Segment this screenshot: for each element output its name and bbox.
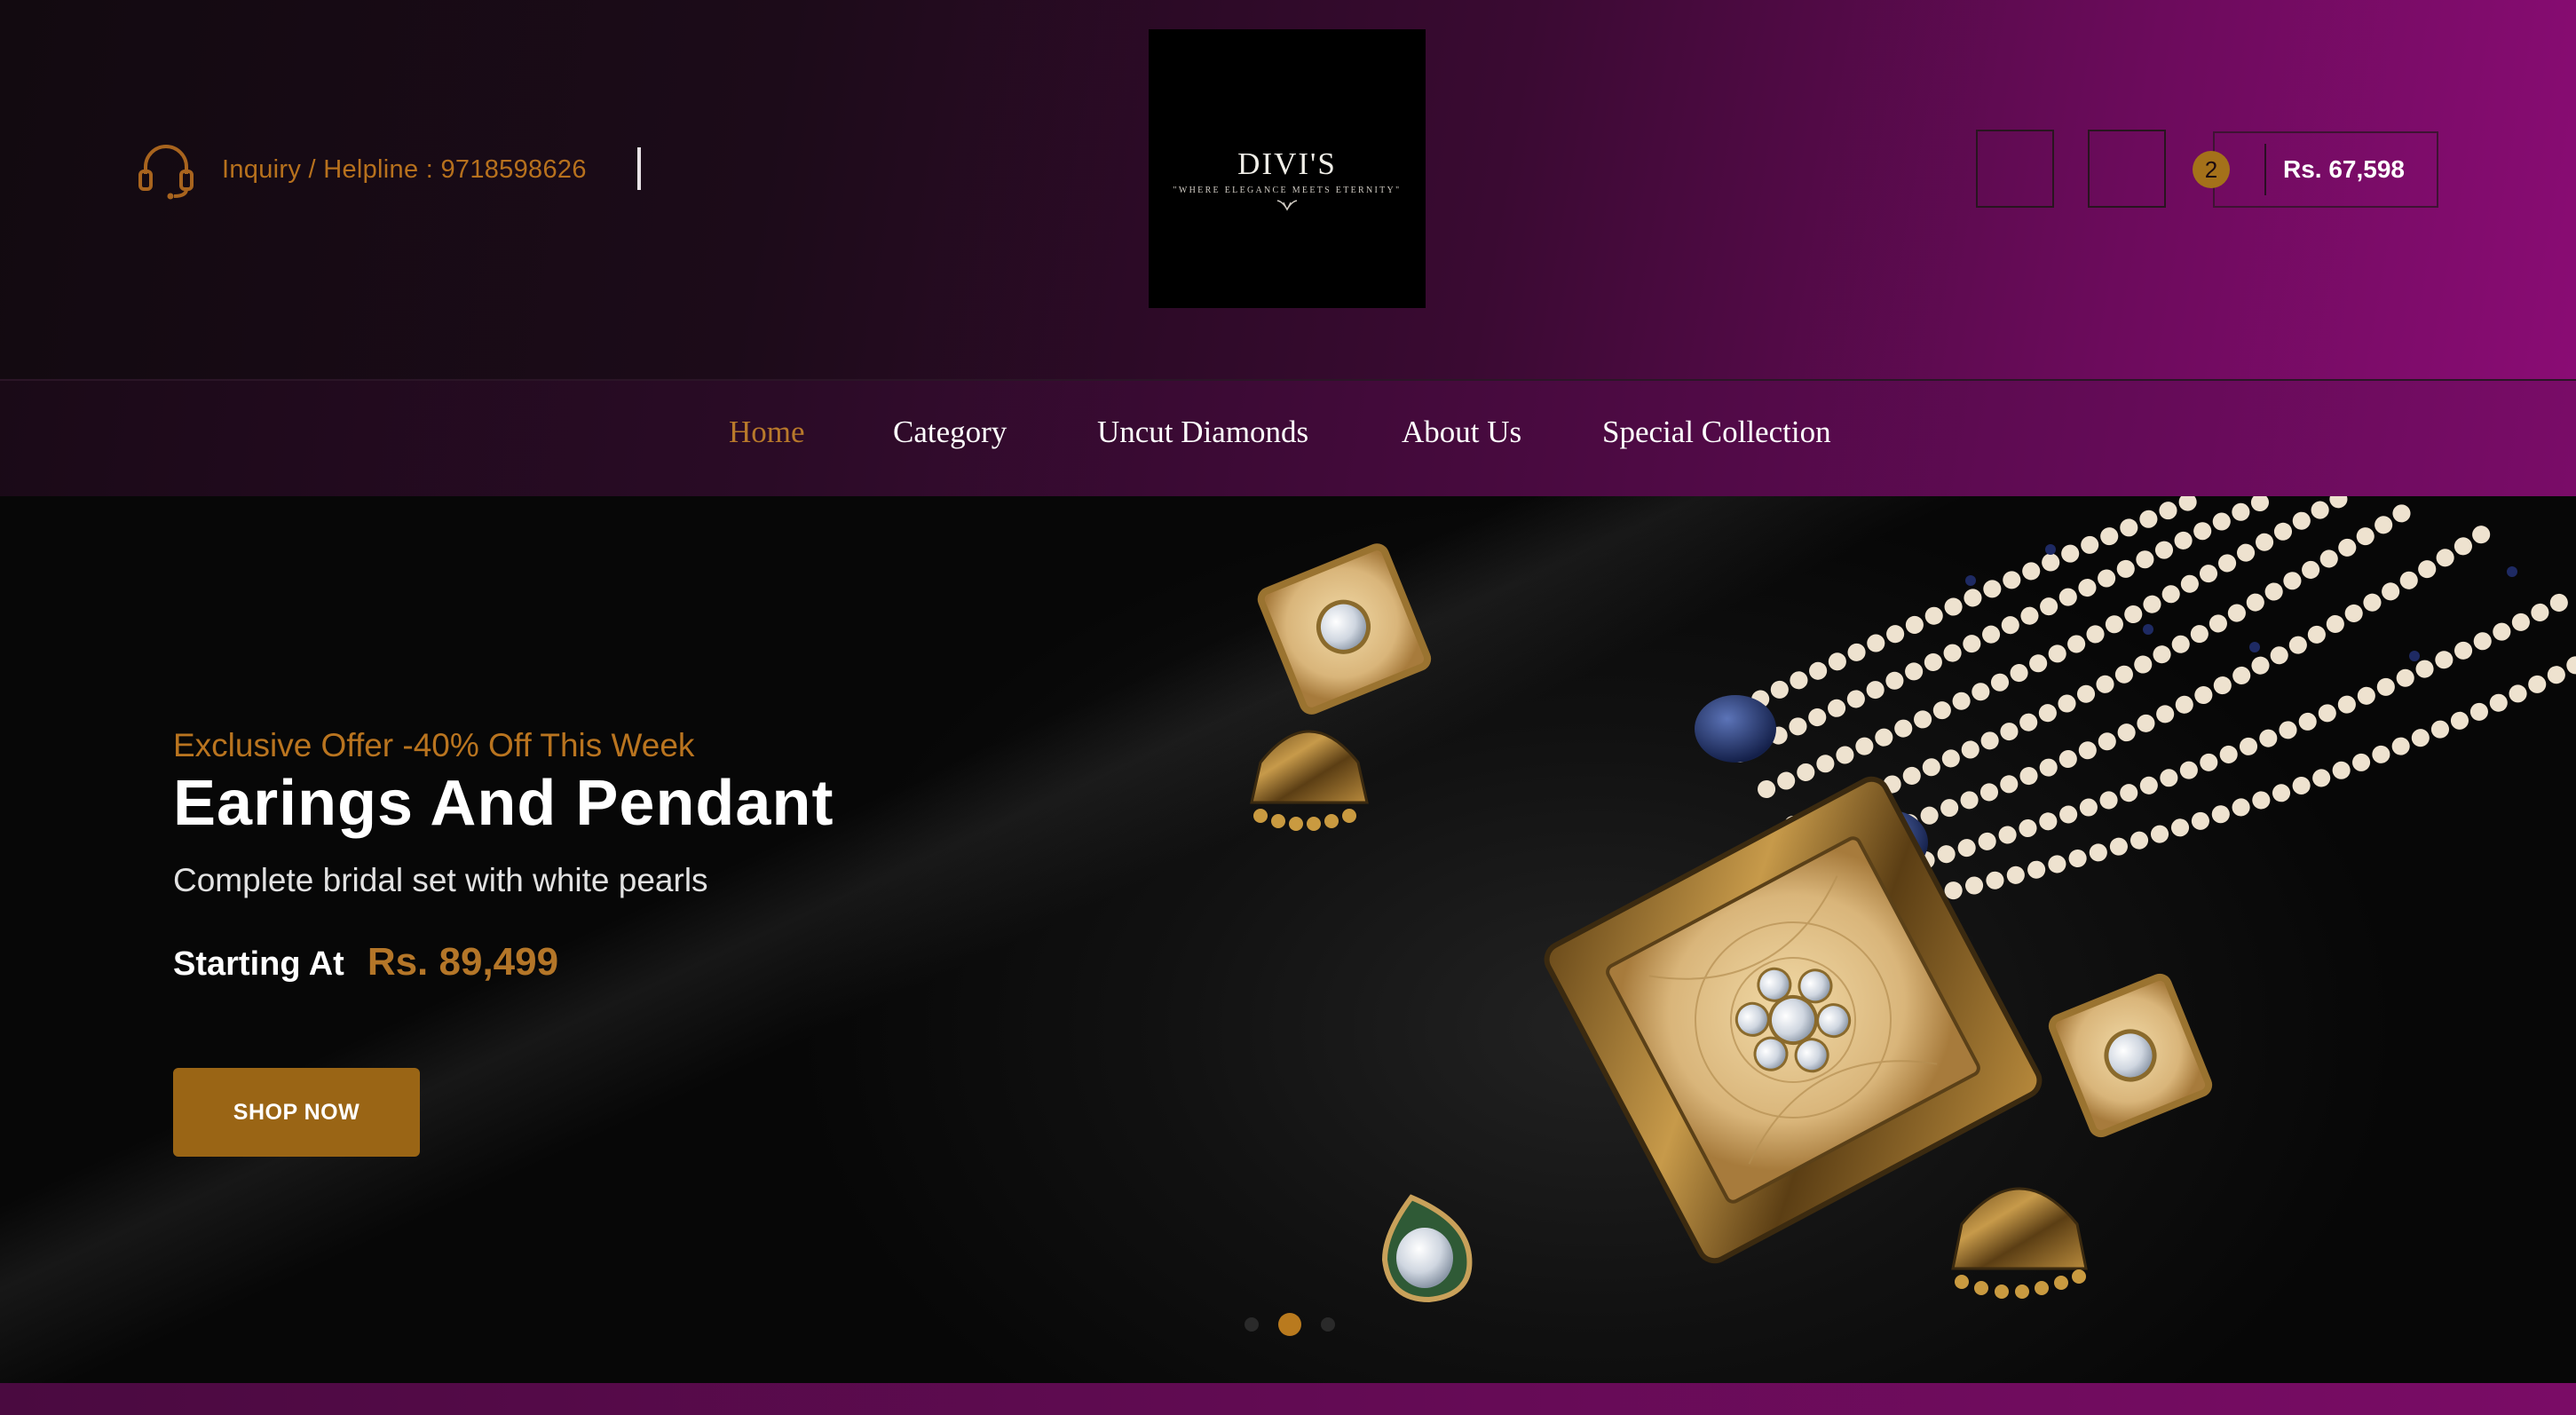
nav-home[interactable]: Home — [729, 415, 805, 450]
slider-dots — [1245, 1313, 1355, 1336]
nav-uncut-diamonds[interactable]: Uncut Diamonds — [1097, 415, 1308, 450]
headset-icon — [138, 145, 194, 200]
nav-about-us[interactable]: About Us — [1402, 415, 1521, 450]
cart-total: Rs. 67,598 — [2283, 155, 2405, 183]
logo-tagline: "WHERE ELEGANCE MEETS ETERNITY" — [1173, 186, 1402, 195]
main-nav: Home Category Uncut Diamonds About Us Sp… — [0, 379, 2576, 496]
header-divider — [637, 147, 641, 190]
price-value: Rs. 89,499 — [367, 940, 559, 984]
logo-name: DIVI'S — [1237, 146, 1337, 181]
account-button[interactable] — [1976, 130, 2054, 208]
logo-ornament-icon — [1276, 200, 1298, 211]
hero-subtitle: Complete bridal set with white pearls — [173, 862, 708, 898]
shop-now-button[interactable]: SHOP NOW — [173, 1068, 420, 1157]
hero-jewelry-image — [1250, 496, 2576, 1303]
slider-dot-2[interactable] — [1278, 1313, 1301, 1336]
helpline[interactable]: Inquiry / Helpline : 9718598626 — [135, 138, 587, 202]
cart-count-badge: 2 — [2193, 151, 2230, 188]
cart-divider — [2264, 144, 2266, 195]
nav-special-collection[interactable]: Special Collection — [1602, 415, 1831, 450]
hero-title: Earings And Pendant — [173, 768, 834, 839]
hero-slider: Exclusive Offer -40% Off This Week Earin… — [0, 496, 2576, 1383]
section-strip — [0, 1383, 2576, 1415]
site-logo[interactable]: DIVI'S "WHERE ELEGANCE MEETS ETERNITY" — [1149, 29, 1426, 308]
hero-price: Starting At Rs. 89,499 — [173, 940, 558, 984]
hero-offer: Exclusive Offer -40% Off This Week — [173, 727, 695, 763]
helpline-text: Inquiry / Helpline : 9718598626 — [222, 154, 587, 184]
slider-dot-1[interactable] — [1245, 1317, 1259, 1332]
wishlist-button[interactable] — [2088, 130, 2166, 208]
price-label: Starting At — [173, 945, 344, 983]
site-header: Inquiry / Helpline : 9718598626 DIVI'S "… — [0, 0, 2576, 379]
slider-dot-3[interactable] — [1321, 1317, 1335, 1332]
nav-category[interactable]: Category — [893, 415, 1007, 450]
